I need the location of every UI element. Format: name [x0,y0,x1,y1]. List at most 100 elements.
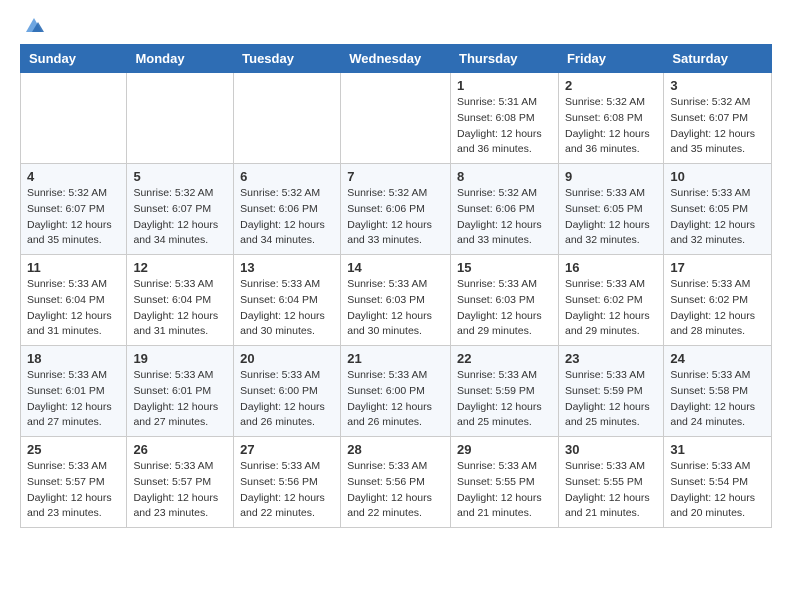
day-info: Sunrise: 5:33 AM Sunset: 5:58 PM Dayligh… [670,368,765,431]
weekday-saturday: Saturday [664,45,772,73]
day-info: Sunrise: 5:32 AM Sunset: 6:06 PM Dayligh… [240,186,334,249]
weekday-header-row: SundayMondayTuesdayWednesdayThursdayFrid… [21,45,772,73]
day-info: Sunrise: 5:33 AM Sunset: 5:55 PM Dayligh… [565,459,657,522]
day-number: 20 [240,351,334,366]
day-number: 16 [565,260,657,275]
day-info: Sunrise: 5:33 AM Sunset: 5:54 PM Dayligh… [670,459,765,522]
calendar-cell: 16 Sunrise: 5:33 AM Sunset: 6:02 PM Dayli… [558,255,663,346]
calendar-cell: 13 Sunrise: 5:33 AM Sunset: 6:04 PM Dayli… [234,255,341,346]
calendar-cell: 21 Sunrise: 5:33 AM Sunset: 6:00 PM Dayli… [341,346,451,437]
calendar-cell: 17 Sunrise: 5:33 AM Sunset: 6:02 PM Dayli… [664,255,772,346]
day-number: 25 [27,442,120,457]
day-number: 12 [133,260,227,275]
day-number: 10 [670,169,765,184]
day-number: 5 [133,169,227,184]
day-info: Sunrise: 5:32 AM Sunset: 6:06 PM Dayligh… [347,186,444,249]
day-info: Sunrise: 5:33 AM Sunset: 6:03 PM Dayligh… [457,277,552,340]
calendar-cell: 25 Sunrise: 5:33 AM Sunset: 5:57 PM Dayli… [21,437,127,528]
calendar-cell: 27 Sunrise: 5:33 AM Sunset: 5:56 PM Dayli… [234,437,341,528]
calendar-cell [127,73,234,164]
calendar-cell: 11Sunrise: 5:33 AM Sunset: 6:04 PM Dayli… [21,255,127,346]
day-info: Sunrise: 5:33 AM Sunset: 5:59 PM Dayligh… [457,368,552,431]
calendar-cell: 18Sunrise: 5:33 AM Sunset: 6:01 PM Dayli… [21,346,127,437]
calendar-cell: 23 Sunrise: 5:33 AM Sunset: 5:59 PM Dayli… [558,346,663,437]
day-info: Sunrise: 5:31 AM Sunset: 6:08 PM Dayligh… [457,95,552,158]
weekday-friday: Friday [558,45,663,73]
day-number: 19 [133,351,227,366]
calendar-table: SundayMondayTuesdayWednesdayThursdayFrid… [20,44,772,528]
page-header [20,16,772,36]
day-number: 13 [240,260,334,275]
day-info: Sunrise: 5:32 AM Sunset: 6:07 PM Dayligh… [670,95,765,158]
day-number: 17 [670,260,765,275]
calendar-cell: 31 Sunrise: 5:33 AM Sunset: 5:54 PM Dayli… [664,437,772,528]
calendar-week-2: 4 Sunrise: 5:32 AM Sunset: 6:07 PM Daylig… [21,164,772,255]
day-number: 14 [347,260,444,275]
day-info: Sunrise: 5:33 AM Sunset: 5:57 PM Dayligh… [27,459,120,522]
logo-icon [22,16,46,36]
day-number: 1 [457,78,552,93]
calendar-cell: 15 Sunrise: 5:33 AM Sunset: 6:03 PM Dayli… [451,255,559,346]
calendar-cell: 10 Sunrise: 5:33 AM Sunset: 6:05 PM Dayli… [664,164,772,255]
day-info: Sunrise: 5:33 AM Sunset: 6:02 PM Dayligh… [565,277,657,340]
day-number: 28 [347,442,444,457]
day-info: Sunrise: 5:33 AM Sunset: 6:00 PM Dayligh… [240,368,334,431]
weekday-thursday: Thursday [451,45,559,73]
day-info: Sunrise: 5:33 AM Sunset: 6:04 PM Dayligh… [240,277,334,340]
day-number: 21 [347,351,444,366]
weekday-monday: Monday [127,45,234,73]
day-info: Sunrise: 5:33 AM Sunset: 6:00 PM Dayligh… [347,368,444,431]
calendar-cell: 24 Sunrise: 5:33 AM Sunset: 5:58 PM Dayli… [664,346,772,437]
day-number: 7 [347,169,444,184]
calendar-cell: 28 Sunrise: 5:33 AM Sunset: 5:56 PM Dayli… [341,437,451,528]
page-container: SundayMondayTuesdayWednesdayThursdayFrid… [0,0,792,544]
day-number: 30 [565,442,657,457]
day-number: 4 [27,169,120,184]
calendar-cell: 19 Sunrise: 5:33 AM Sunset: 6:01 PM Dayli… [127,346,234,437]
day-number: 18 [27,351,120,366]
calendar-cell [21,73,127,164]
weekday-sunday: Sunday [21,45,127,73]
day-info: Sunrise: 5:32 AM Sunset: 6:06 PM Dayligh… [457,186,552,249]
calendar-cell: 20 Sunrise: 5:33 AM Sunset: 6:00 PM Dayli… [234,346,341,437]
day-info: Sunrise: 5:33 AM Sunset: 6:01 PM Dayligh… [133,368,227,431]
calendar-cell: 26Sunrise: 5:33 AM Sunset: 5:57 PM Dayli… [127,437,234,528]
day-info: Sunrise: 5:33 AM Sunset: 6:05 PM Dayligh… [670,186,765,249]
day-number: 3 [670,78,765,93]
day-number: 15 [457,260,552,275]
calendar-cell: 7 Sunrise: 5:32 AM Sunset: 6:06 PM Daylig… [341,164,451,255]
day-info: Sunrise: 5:32 AM Sunset: 6:07 PM Dayligh… [27,186,120,249]
day-info: Sunrise: 5:33 AM Sunset: 6:04 PM Dayligh… [133,277,227,340]
day-number: 22 [457,351,552,366]
day-number: 27 [240,442,334,457]
calendar-body: 1 Sunrise: 5:31 AM Sunset: 6:08 PM Daylig… [21,73,772,528]
calendar-cell: 3 Sunrise: 5:32 AM Sunset: 6:07 PM Daylig… [664,73,772,164]
calendar-cell: 29Sunrise: 5:33 AM Sunset: 5:55 PM Dayli… [451,437,559,528]
day-info: Sunrise: 5:33 AM Sunset: 6:04 PM Dayligh… [27,277,120,340]
calendar-cell [234,73,341,164]
calendar-week-1: 1 Sunrise: 5:31 AM Sunset: 6:08 PM Daylig… [21,73,772,164]
day-info: Sunrise: 5:33 AM Sunset: 5:56 PM Dayligh… [240,459,334,522]
day-info: Sunrise: 5:33 AM Sunset: 5:56 PM Dayligh… [347,459,444,522]
day-info: Sunrise: 5:33 AM Sunset: 6:05 PM Dayligh… [565,186,657,249]
calendar-week-5: 25 Sunrise: 5:33 AM Sunset: 5:57 PM Dayli… [21,437,772,528]
day-number: 2 [565,78,657,93]
day-info: Sunrise: 5:33 AM Sunset: 6:02 PM Dayligh… [670,277,765,340]
calendar-cell: 14 Sunrise: 5:33 AM Sunset: 6:03 PM Dayli… [341,255,451,346]
calendar-cell: 9Sunrise: 5:33 AM Sunset: 6:05 PM Daylig… [558,164,663,255]
day-number: 24 [670,351,765,366]
day-info: Sunrise: 5:33 AM Sunset: 5:55 PM Dayligh… [457,459,552,522]
day-info: Sunrise: 5:33 AM Sunset: 6:03 PM Dayligh… [347,277,444,340]
day-number: 8 [457,169,552,184]
calendar-week-4: 18 Sunrise: 5:33 AM Sunset: 6:01 PM Dayli… [21,346,772,437]
calendar-cell: 8 Sunrise: 5:32 AM Sunset: 6:06 PM Daylig… [451,164,559,255]
day-info: Sunrise: 5:33 AM Sunset: 5:59 PM Dayligh… [565,368,657,431]
calendar-cell [341,73,451,164]
day-info: Sunrise: 5:33 AM Sunset: 5:57 PM Dayligh… [133,459,227,522]
calendar-cell: 12 Sunrise: 5:33 AM Sunset: 6:04 PM Dayli… [127,255,234,346]
day-number: 23 [565,351,657,366]
day-number: 6 [240,169,334,184]
day-number: 31 [670,442,765,457]
calendar-cell: 2Sunrise: 5:32 AM Sunset: 6:08 PM Daylig… [558,73,663,164]
calendar-cell: 4 Sunrise: 5:32 AM Sunset: 6:07 PM Daylig… [21,164,127,255]
